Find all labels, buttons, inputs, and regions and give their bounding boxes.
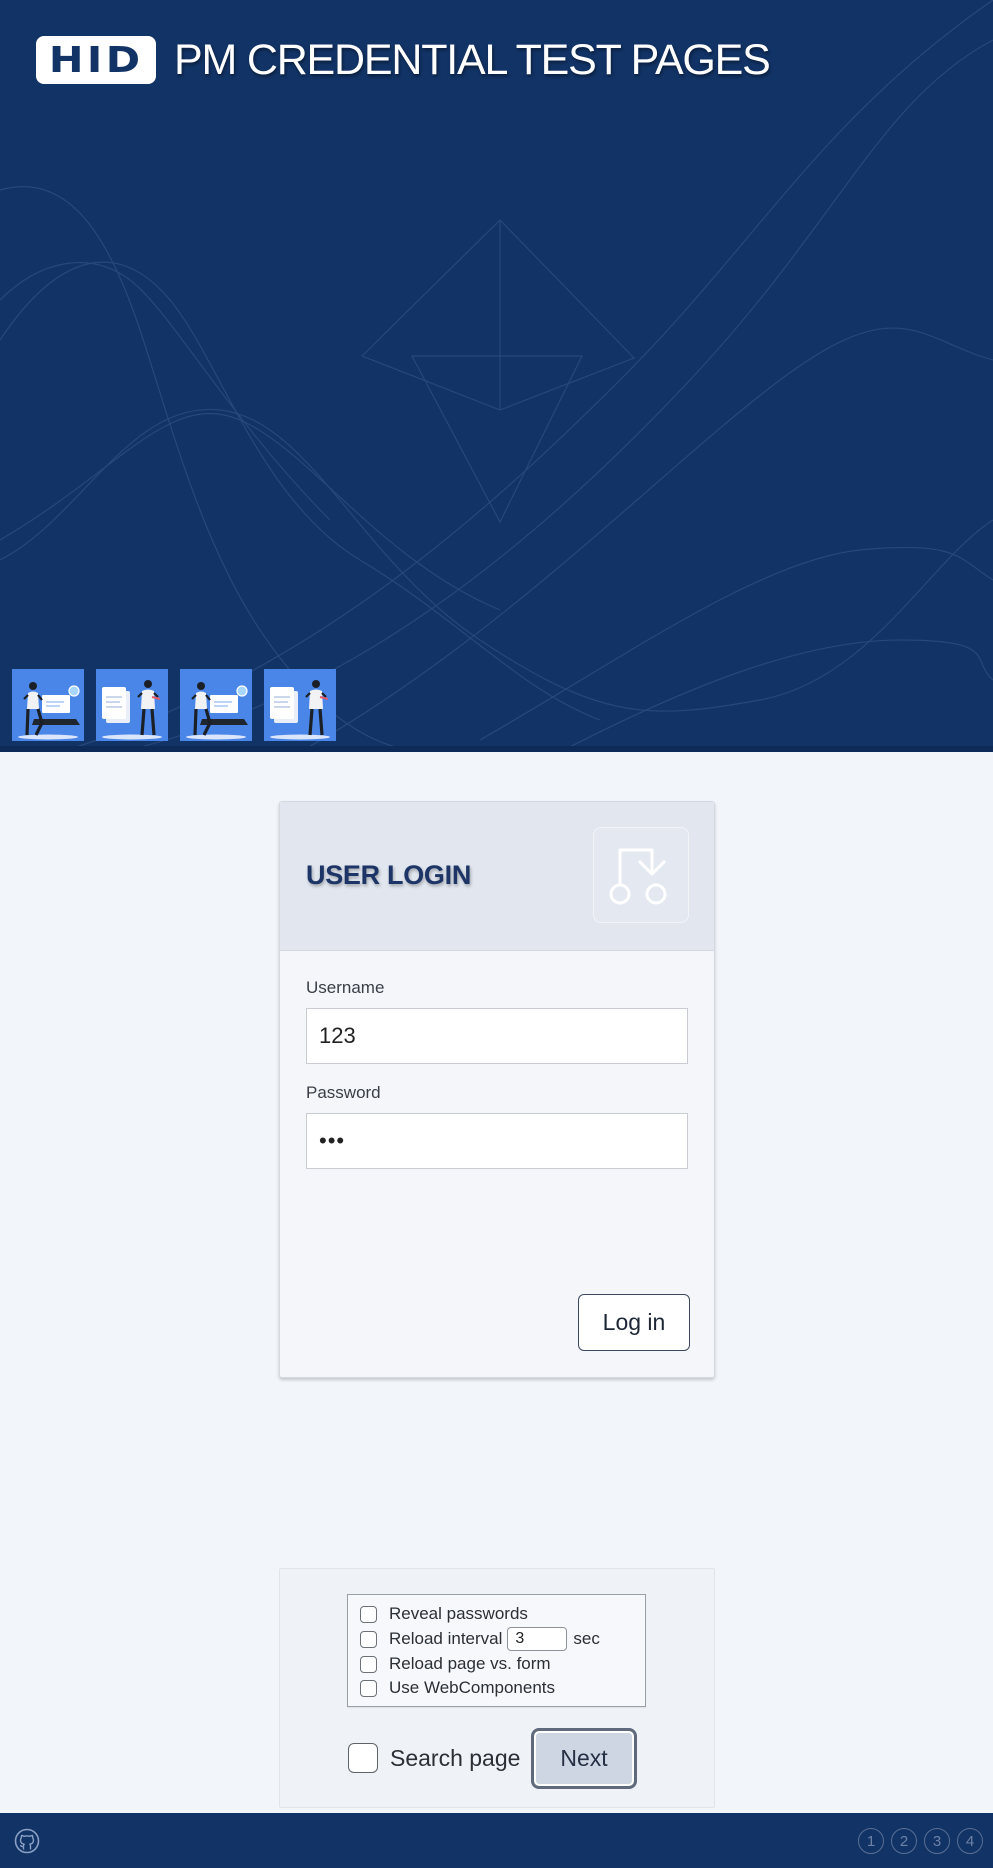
- reveal-passwords-label: Reveal passwords: [389, 1604, 528, 1623]
- header-background-pattern: [0, 0, 993, 752]
- password-label: Password: [306, 1083, 381, 1102]
- page-footer: 1 2 3 4: [0, 1813, 993, 1868]
- site-title: PM CREDENTIAL TEST PAGES: [174, 36, 771, 84]
- login-flow-icon-graphic: [609, 848, 667, 905]
- page-link-4[interactable]: 4: [957, 1828, 983, 1854]
- next-button[interactable]: Next: [531, 1728, 637, 1789]
- header-bottom-strip: [0, 746, 993, 752]
- reload-page-vs-form-label: Reload page vs. form: [389, 1654, 551, 1673]
- login-card-header: USER LOGIN: [280, 802, 714, 951]
- reload-interval-label: Reload interval: [389, 1629, 503, 1648]
- username-input[interactable]: [306, 1008, 688, 1064]
- option-use-webcomponents: Use WebComponents: [360, 1677, 555, 1699]
- password-input[interactable]: [306, 1113, 688, 1169]
- login-card: USER LOGIN Username Password Log in: [279, 801, 715, 1378]
- reveal-passwords-checkbox[interactable]: [360, 1605, 377, 1623]
- reload-page-vs-form-checkbox[interactable]: [360, 1655, 377, 1673]
- test-options-panel: Reveal passwords Reload interval sec Rel…: [279, 1568, 715, 1808]
- reload-interval-unit: sec: [573, 1629, 600, 1648]
- page-link-3[interactable]: 3: [924, 1828, 950, 1854]
- thumbnail-page-3[interactable]: [180, 669, 252, 741]
- person-with-laptop-icon: [186, 682, 248, 740]
- thumbnail-page-1[interactable]: [12, 669, 84, 741]
- options-box: Reveal passwords Reload interval sec Rel…: [347, 1594, 646, 1707]
- hid-logo[interactable]: HID: [36, 36, 156, 84]
- option-reload-interval: Reload interval sec: [360, 1627, 600, 1651]
- use-webcomponents-checkbox[interactable]: [360, 1679, 377, 1697]
- person-with-documents-icon: [270, 680, 330, 740]
- page-navigation: 1 2 3 4: [858, 1828, 983, 1854]
- option-reload-page-vs-form: Reload page vs. form: [360, 1653, 551, 1675]
- thumbnail-strip: [12, 669, 336, 741]
- username-label: Username: [306, 978, 385, 997]
- search-page-label: Search page: [390, 1745, 521, 1771]
- person-with-laptop-icon: [18, 682, 80, 740]
- option-reveal-passwords: Reveal passwords: [360, 1603, 528, 1625]
- page-link-1[interactable]: 1: [858, 1828, 884, 1854]
- login-button[interactable]: Log in: [578, 1294, 690, 1351]
- search-page-checkbox[interactable]: [348, 1743, 378, 1773]
- reload-interval-input[interactable]: [507, 1627, 568, 1651]
- reload-interval-checkbox[interactable]: [360, 1630, 377, 1648]
- thumbnail-page-2[interactable]: [96, 669, 168, 741]
- use-webcomponents-label: Use WebComponents: [389, 1678, 555, 1697]
- thumbnail-page-4[interactable]: [264, 669, 336, 741]
- hid-logo-text: HID: [48, 39, 144, 81]
- login-title: USER LOGIN: [306, 860, 472, 890]
- login-flow-icon: [593, 827, 689, 923]
- page-header: HID PM CREDENTIAL TEST PAGES: [0, 0, 993, 752]
- page-link-2[interactable]: 2: [891, 1828, 917, 1854]
- github-icon[interactable]: [14, 1828, 40, 1854]
- person-with-documents-icon: [102, 680, 162, 740]
